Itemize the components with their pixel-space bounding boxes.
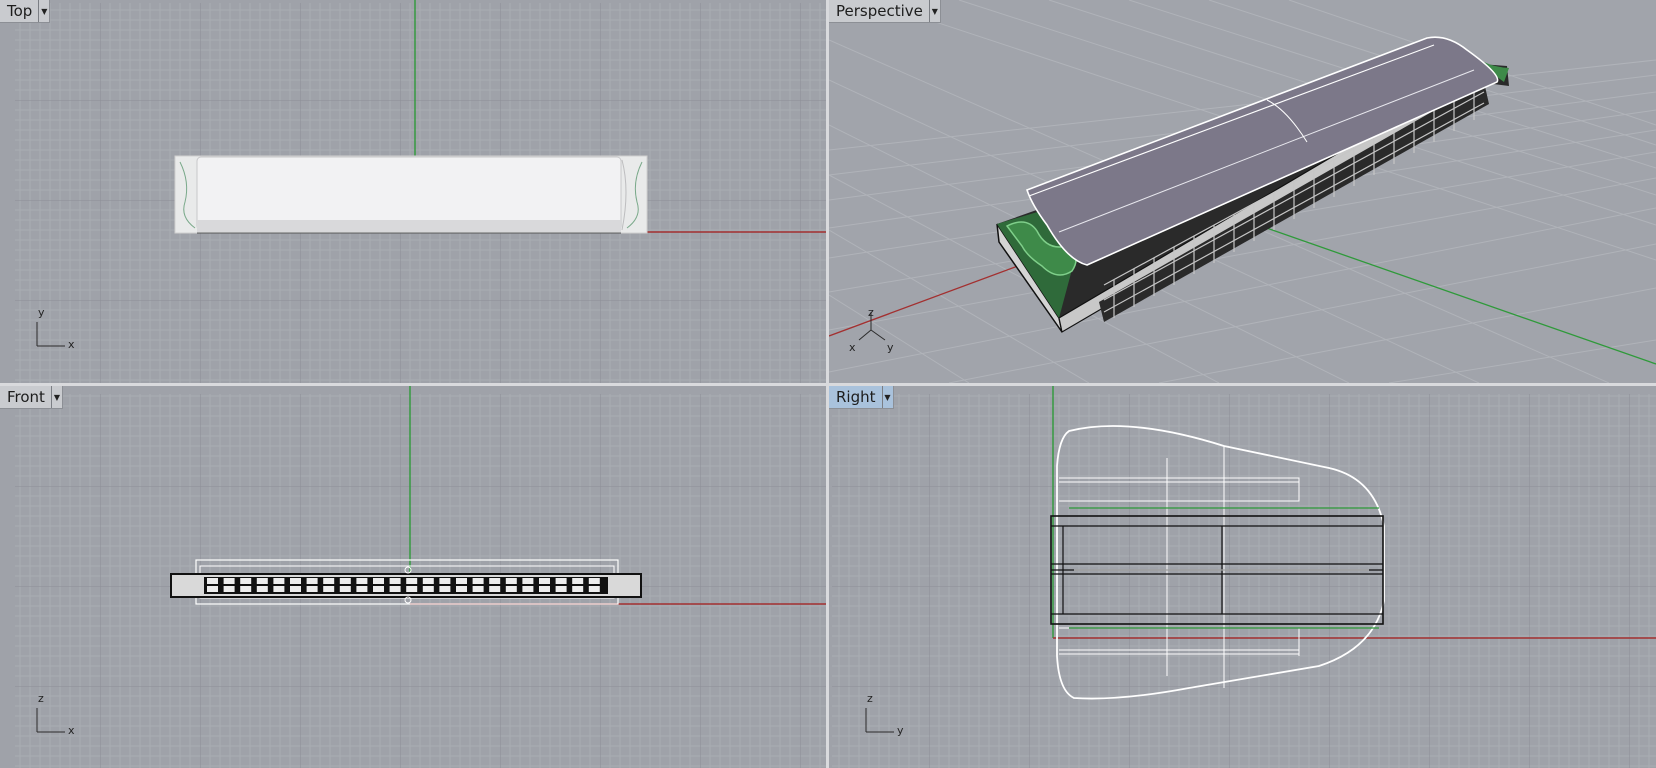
reed-slot — [439, 586, 451, 592]
reed-slot — [572, 578, 584, 584]
axis-label-z: z — [868, 306, 874, 319]
reed-slot — [306, 578, 318, 584]
viewport-tab-right[interactable]: Right ▼ — [829, 386, 894, 409]
viewport-tab-top[interactable]: Top ▼ — [0, 0, 51, 23]
reed-slot — [273, 586, 285, 592]
reed-slot — [306, 586, 318, 592]
reed-slot — [522, 586, 534, 592]
reed-slot — [505, 578, 517, 584]
reed-slot — [290, 578, 301, 584]
viewport-front[interactable]: z x Front ▼ — [0, 386, 826, 768]
reed-slot — [339, 586, 351, 592]
reed-slot — [472, 578, 484, 584]
reed-slot — [389, 578, 401, 584]
reed-slot — [456, 578, 467, 584]
reed-slot — [406, 586, 418, 592]
chevron-down-icon[interactable]: ▼ — [38, 0, 49, 22]
viewport-tab-label: Perspective — [836, 2, 923, 20]
reed-slot — [489, 578, 501, 584]
axis-label-z: z — [38, 692, 44, 705]
axis-label-z: z — [867, 692, 873, 705]
viewport-tab-label: Top — [7, 2, 33, 20]
reed-slot — [373, 578, 384, 584]
reed-slot — [472, 586, 484, 592]
viewport-right[interactable]: z y Right ▼ — [829, 386, 1656, 768]
reed-slot — [207, 586, 218, 592]
chevron-down-icon[interactable]: ▼ — [50, 386, 62, 408]
reed-slot — [505, 586, 517, 592]
reed-slot — [256, 578, 268, 584]
chevron-down-icon[interactable]: ▼ — [881, 386, 893, 408]
axis-label-x: x — [849, 341, 856, 354]
reed-slot — [356, 578, 368, 584]
reed-slot — [223, 586, 235, 592]
reed-slot — [422, 586, 434, 592]
reed-slot — [588, 578, 600, 584]
viewport-tab-label: Right — [836, 388, 876, 406]
reed-slot — [588, 586, 600, 592]
reed-slot — [439, 578, 451, 584]
reed-slot — [207, 578, 218, 584]
axis-label-x: x — [68, 338, 75, 351]
axis-label-x: x — [68, 724, 75, 737]
reed-slot — [323, 586, 335, 592]
reed-slot — [456, 586, 467, 592]
perspective-view-canvas[interactable] — [829, 0, 1656, 383]
axis-label-y: y — [38, 306, 45, 319]
reed-slot — [356, 586, 368, 592]
reed-slot — [539, 578, 550, 584]
viewport-tab-label: Front — [7, 388, 45, 406]
viewport-tab-perspective[interactable]: Perspective ▼ — [829, 0, 941, 23]
reed-slot — [406, 578, 418, 584]
reed-slot — [339, 578, 351, 584]
harmonica-top-model — [174, 155, 648, 234]
reed-slot — [555, 586, 567, 592]
reed-slot — [522, 578, 534, 584]
reed-slot — [422, 578, 434, 584]
top-view-canvas[interactable] — [0, 0, 826, 383]
reed-slot — [273, 578, 285, 584]
right-view-canvas[interactable] — [829, 386, 1656, 768]
chevron-down-icon[interactable]: ▼ — [928, 0, 940, 22]
reed-slot — [389, 586, 401, 592]
front-view-canvas[interactable] — [0, 386, 826, 768]
viewport-perspective[interactable]: z x y Perspective ▼ — [829, 0, 1656, 383]
reed-slot — [290, 586, 301, 592]
reed-slot — [323, 578, 335, 584]
reed-slot — [373, 586, 384, 592]
reed-slot — [256, 586, 268, 592]
reed-slot — [240, 586, 252, 592]
viewport-tab-front[interactable]: Front ▼ — [0, 386, 63, 409]
reed-slot — [539, 586, 550, 592]
reed-slot — [240, 578, 252, 584]
reed-slot — [489, 586, 501, 592]
viewport-splitter-horizontal[interactable] — [0, 383, 1656, 386]
viewport-top[interactable]: y x Top ▼ — [0, 0, 826, 383]
axis-label-y: y — [887, 341, 894, 354]
reed-slot — [572, 586, 584, 592]
axis-label-y: y — [897, 724, 904, 737]
reed-slot — [223, 578, 235, 584]
reed-slot — [555, 578, 567, 584]
